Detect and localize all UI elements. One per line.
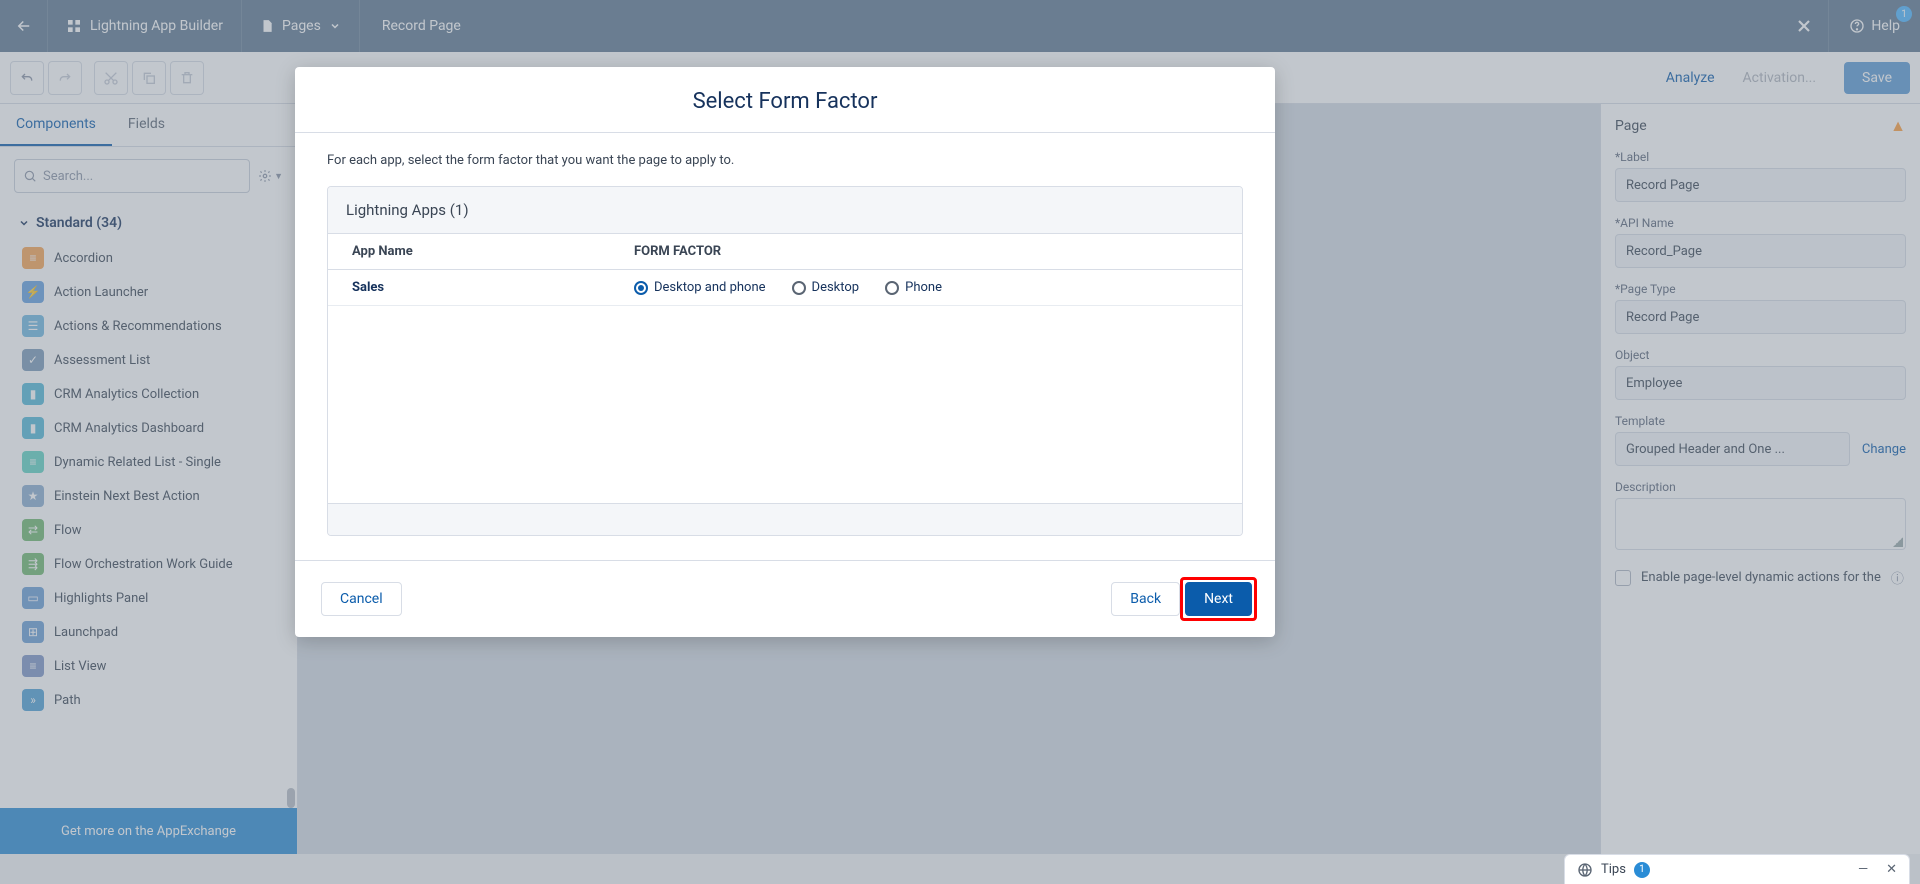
tips-dock[interactable]: Tips 1 — ✕ bbox=[1564, 854, 1910, 884]
radio-label: Desktop bbox=[812, 280, 860, 295]
cancel-button[interactable]: Cancel bbox=[321, 582, 402, 616]
radio-phone[interactable]: Phone bbox=[885, 280, 942, 295]
close-tips-icon[interactable]: ✕ bbox=[1886, 862, 1897, 877]
radio-label: Phone bbox=[905, 280, 942, 295]
next-button[interactable]: Next bbox=[1185, 582, 1252, 616]
modal-description: For each app, select the form factor tha… bbox=[327, 153, 1243, 168]
form-factor-table: Lightning Apps (1) App Name FORM FACTOR … bbox=[327, 186, 1243, 536]
radio-desktop[interactable]: Desktop bbox=[792, 280, 860, 295]
tips-badge: 1 bbox=[1634, 862, 1650, 878]
col-formfactor: FORM FACTOR bbox=[610, 234, 745, 269]
tips-label: Tips bbox=[1601, 862, 1626, 877]
modal-title: Select Form Factor bbox=[295, 67, 1275, 132]
modal-footer: Cancel Back Next bbox=[295, 560, 1275, 637]
radio-desktop-and-phone[interactable]: Desktop and phone bbox=[634, 280, 766, 295]
table-row: Sales Desktop and phone Desktop Phone bbox=[328, 270, 1242, 306]
group-header: Lightning Apps (1) bbox=[328, 187, 1242, 234]
radio-label: Desktop and phone bbox=[654, 280, 766, 295]
app-name-cell: Sales bbox=[328, 270, 610, 305]
form-factor-modal: Select Form Factor For each app, select … bbox=[295, 67, 1275, 637]
column-headers: App Name FORM FACTOR bbox=[328, 234, 1242, 270]
next-highlight: Next bbox=[1180, 577, 1257, 621]
minimize-icon[interactable]: — bbox=[1858, 862, 1868, 877]
back-button[interactable]: Back bbox=[1111, 582, 1180, 616]
col-appname: App Name bbox=[328, 234, 610, 269]
globe-icon bbox=[1577, 862, 1593, 878]
